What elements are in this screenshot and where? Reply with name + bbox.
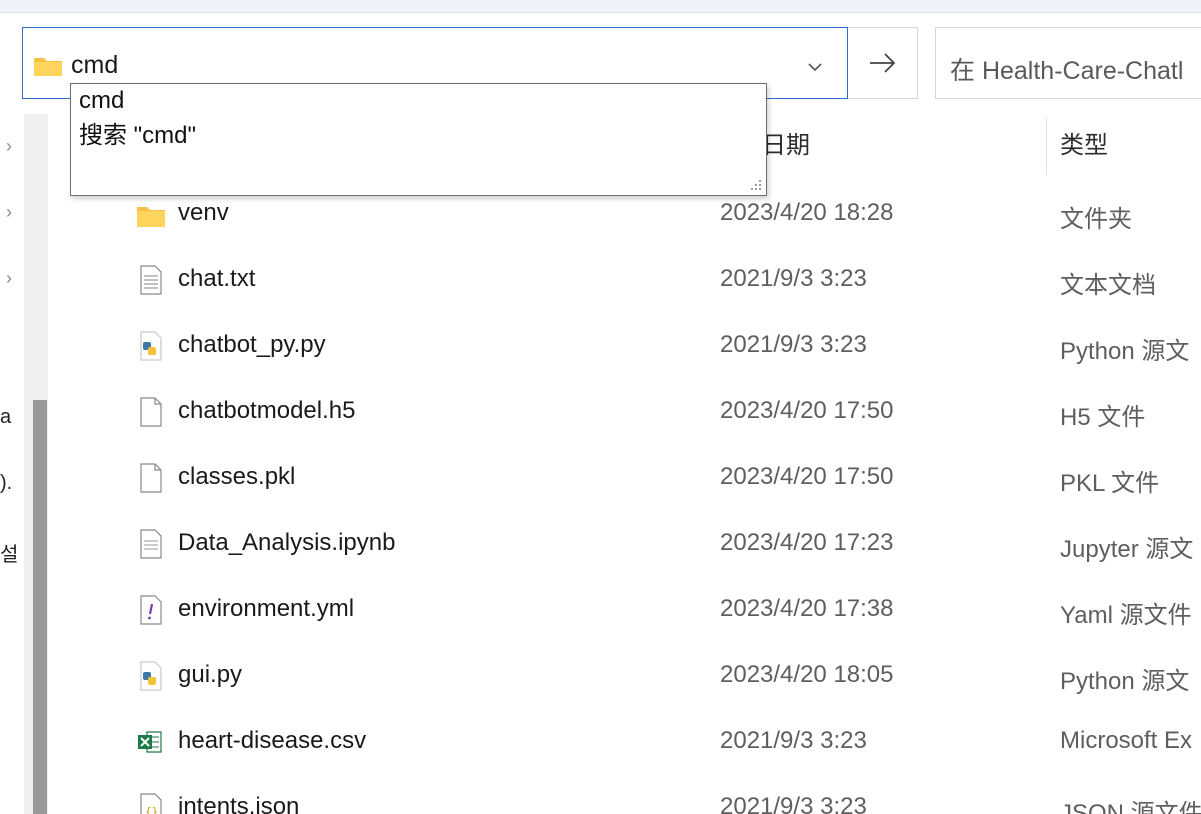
file-name: chatbotmodel.h5	[178, 397, 356, 424]
search-input[interactable]: 在 Health-Care-Chatl	[935, 27, 1201, 99]
folder-icon	[137, 207, 165, 227]
file-type: Jupyter 源文	[1060, 536, 1194, 563]
file-date: 2021/9/3 3:23	[720, 727, 867, 754]
autocomplete-dropdown: cmd 搜索 "cmd"	[70, 83, 767, 196]
column-header-type[interactable]: 类型	[1060, 125, 1108, 160]
file-name: environment.yml	[178, 595, 355, 622]
svg-text:{}: {}	[145, 805, 158, 814]
title-strip	[0, 0, 1201, 13]
resize-grip-icon[interactable]	[750, 179, 762, 191]
generic-file-icon	[140, 397, 162, 427]
table-row[interactable]: gui.py 2023/4/20 18:05 Python 源文	[0, 643, 1201, 709]
file-date: 2023/4/20 17:50	[720, 397, 894, 424]
file-date: 2021/9/3 3:23	[720, 793, 867, 814]
file-date: 2023/4/20 17:38	[720, 595, 894, 622]
file-date: 2021/9/3 3:23	[720, 331, 867, 358]
column-header-date[interactable]: 日期	[762, 125, 810, 160]
file-name: classes.pkl	[178, 463, 296, 490]
table-row[interactable]: classes.pkl 2023/4/20 17:50 PKL 文件	[0, 445, 1201, 511]
python-file-icon	[140, 661, 162, 691]
table-row[interactable]: chatbotmodel.h5 2023/4/20 17:50 H5 文件	[0, 379, 1201, 445]
file-type: PKL 文件	[1060, 470, 1160, 497]
table-row[interactable]: {} intents.json 2021/9/3 3:23 JSON 源文件	[0, 775, 1201, 814]
file-name: chatbot_py.py	[178, 331, 326, 358]
file-name: gui.py	[178, 661, 243, 688]
file-name: chat.txt	[178, 265, 256, 292]
python-file-icon	[140, 331, 162, 361]
file-type: Yaml 源文件	[1060, 602, 1192, 629]
text-file-icon	[140, 265, 162, 295]
excel-file-icon	[138, 731, 162, 753]
file-type: Python 源文	[1060, 338, 1190, 365]
chevron-right-icon[interactable]: ›	[6, 136, 12, 157]
table-row[interactable]: heart-disease.csv 2021/9/3 3:23 Microsof…	[0, 709, 1201, 775]
file-type: 文本文档	[1060, 272, 1156, 299]
column-divider[interactable]	[1046, 117, 1047, 175]
go-button[interactable]	[848, 27, 918, 99]
file-explorer-window: cmd 在 Health-Care-Chatl cmd 搜索 "cmd" › ›…	[0, 0, 1201, 814]
file-date: 2021/9/3 3:23	[720, 265, 867, 292]
file-type: H5 文件	[1060, 404, 1146, 431]
file-name: heart-disease.csv	[178, 727, 367, 754]
folder-icon	[34, 58, 62, 76]
file-date: 2023/4/20 17:50	[720, 463, 894, 490]
file-name: intents.json	[178, 793, 300, 814]
json-file-icon: {}	[140, 793, 162, 814]
generic-file-icon	[140, 463, 162, 493]
file-type: Python 源文	[1060, 668, 1190, 695]
arrow-right-icon	[870, 53, 896, 73]
chevron-down-icon[interactable]	[803, 54, 827, 78]
table-row[interactable]: chatbot_py.py 2021/9/3 3:23 Python 源文	[0, 313, 1201, 379]
autocomplete-item[interactable]: 搜索 "cmd"	[79, 115, 196, 150]
file-type: Microsoft Ex	[1060, 727, 1193, 754]
yaml-file-icon	[140, 595, 162, 625]
file-name: Data_Analysis.ipynb	[178, 529, 396, 556]
table-row[interactable]: environment.yml 2023/4/20 17:38 Yaml 源文件	[0, 577, 1201, 643]
address-input[interactable]: cmd	[71, 51, 118, 80]
file-date: 2023/4/20 17:23	[720, 529, 894, 556]
notebook-file-icon	[140, 529, 162, 559]
file-date: 2023/4/20 18:28	[720, 199, 894, 226]
table-row[interactable]: Data_Analysis.ipynb 2023/4/20 17:23 Jupy…	[0, 511, 1201, 577]
search-placeholder: 在 Health-Care-Chatl	[950, 57, 1184, 85]
file-type: JSON 源文件	[1060, 800, 1201, 814]
autocomplete-item[interactable]: cmd	[79, 87, 124, 115]
file-date: 2023/4/20 18:05	[720, 661, 894, 688]
file-type: 文件夹	[1060, 206, 1132, 233]
table-row[interactable]: chat.txt 2021/9/3 3:23 文本文档	[0, 247, 1201, 313]
file-name: venv	[178, 199, 229, 226]
